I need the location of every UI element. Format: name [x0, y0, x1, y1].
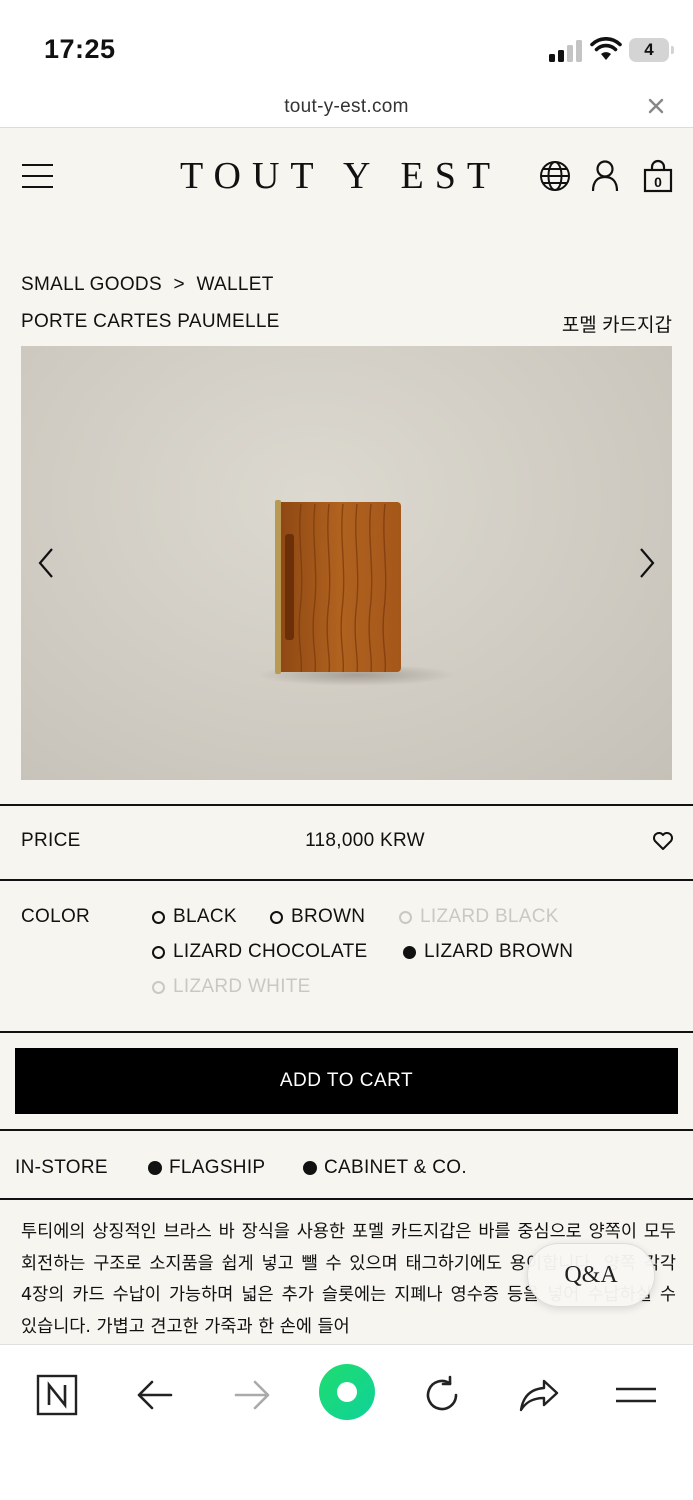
- divider: [0, 1031, 693, 1033]
- store-dot-icon: [303, 1161, 317, 1175]
- product-title-en: PORTE CARTES PAUMELLE: [21, 311, 280, 332]
- breadcrumb-separator: >: [173, 274, 185, 295]
- menu-icon[interactable]: [614, 1373, 658, 1417]
- radio-icon: [399, 910, 412, 924]
- globe-icon[interactable]: [538, 159, 572, 193]
- close-icon[interactable]: [646, 96, 666, 116]
- divider: [0, 1129, 693, 1131]
- battery-icon: 4: [629, 38, 674, 62]
- cart-icon[interactable]: 0: [641, 159, 675, 193]
- product-image[interactable]: [21, 346, 672, 780]
- radio-selected-icon: [403, 945, 416, 959]
- reload-icon[interactable]: [420, 1373, 464, 1417]
- divider: [0, 879, 693, 881]
- naver-n-icon[interactable]: [35, 1373, 79, 1417]
- color-label: COLOR: [21, 906, 91, 927]
- radio-icon: [152, 910, 165, 924]
- site-logo[interactable]: TOUT Y EST: [180, 154, 490, 198]
- browser-toolbar: [0, 1344, 693, 1500]
- chevron-right-icon[interactable]: [636, 546, 658, 580]
- cart-count: 0: [654, 174, 662, 190]
- store-cabinet[interactable]: CABINET & CO.: [303, 1157, 467, 1179]
- color-option-lizard-brown[interactable]: LIZARD BROWN: [403, 941, 573, 963]
- url-text[interactable]: tout-y-est.com: [0, 96, 693, 118]
- store-flagship[interactable]: FLAGSHIP: [148, 1157, 265, 1179]
- hamburger-icon[interactable]: [22, 164, 53, 188]
- breadcrumb-subcategory[interactable]: WALLET: [197, 274, 274, 296]
- color-option-brown[interactable]: BROWN: [270, 906, 365, 928]
- green-dot-icon[interactable]: [319, 1364, 375, 1420]
- chevron-left-icon[interactable]: [35, 546, 57, 580]
- user-icon[interactable]: [588, 159, 622, 193]
- radio-icon: [270, 910, 283, 924]
- heart-icon[interactable]: [652, 831, 674, 851]
- instore-label: IN-STORE: [15, 1157, 108, 1178]
- url-bar[interactable]: tout-y-est.com: [0, 90, 693, 128]
- add-to-cart-button[interactable]: ADD TO CART: [15, 1048, 678, 1114]
- color-option-black[interactable]: BLACK: [152, 906, 237, 928]
- status-time: 17:25: [44, 34, 116, 64]
- wallet-photo: [275, 500, 403, 674]
- breadcrumb-category[interactable]: SMALL GOODS: [21, 274, 162, 296]
- radio-icon: [152, 945, 165, 959]
- signal-icon: [549, 40, 583, 62]
- status-bar: 17:25 4: [0, 0, 693, 90]
- forward-arrow-icon: [230, 1373, 274, 1417]
- product-title-ko: 포멜 카드지갑: [561, 315, 672, 336]
- color-option-lizard-black: LIZARD BLACK: [399, 906, 559, 928]
- store-dot-icon: [148, 1161, 162, 1175]
- price-value: 118,000 KRW: [305, 830, 425, 851]
- color-option-lizard-chocolate[interactable]: LIZARD CHOCOLATE: [152, 941, 367, 963]
- wifi-icon: [590, 37, 622, 61]
- color-option-lizard-white: LIZARD WHITE: [152, 976, 311, 998]
- back-arrow-icon[interactable]: [133, 1373, 177, 1417]
- divider: [0, 804, 693, 806]
- breadcrumb: SMALL GOODS > WALLET: [21, 274, 274, 296]
- qa-button[interactable]: Q&A: [527, 1243, 655, 1307]
- divider: [0, 1198, 693, 1200]
- share-icon[interactable]: [517, 1373, 561, 1417]
- radio-icon: [152, 980, 165, 994]
